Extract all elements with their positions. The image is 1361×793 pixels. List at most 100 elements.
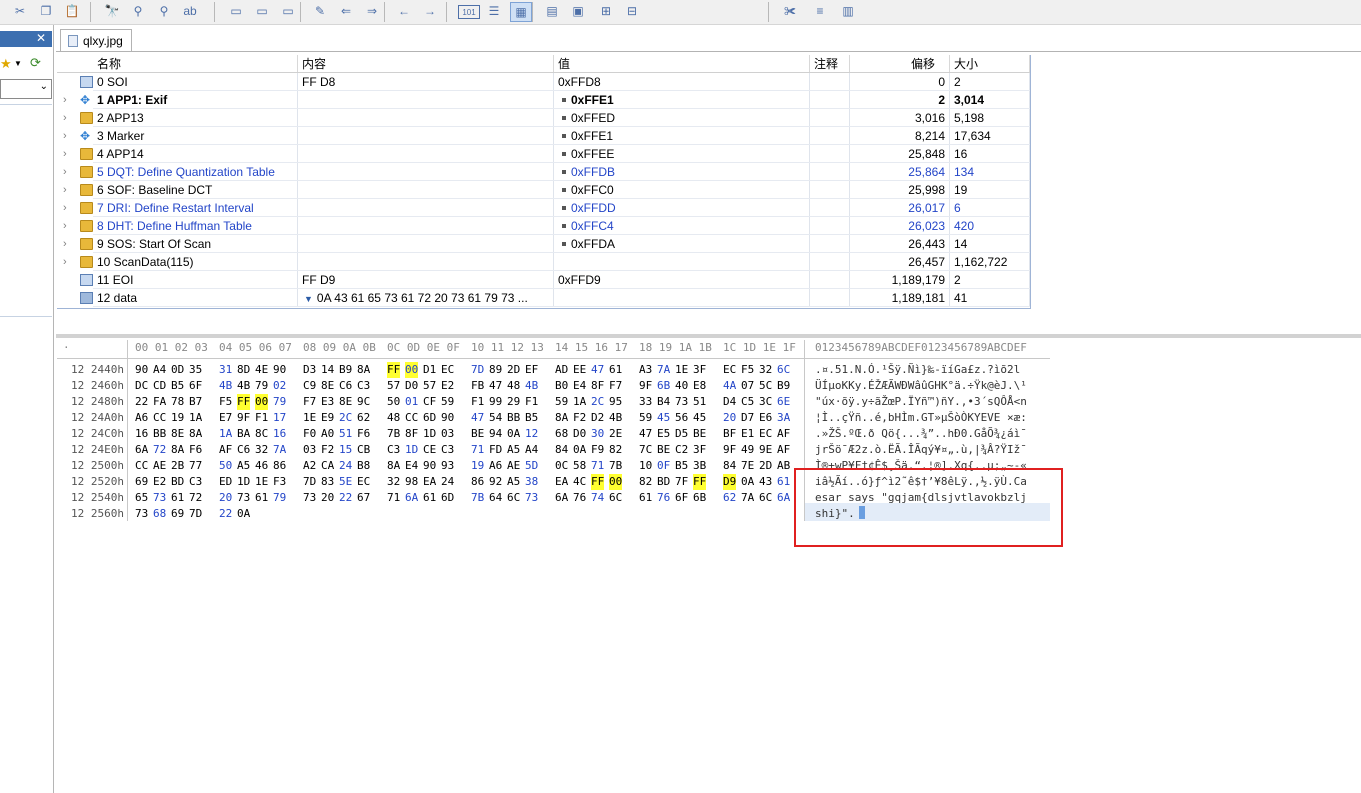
- binary-view-icon[interactable]: 101: [458, 5, 480, 19]
- hex-byte[interactable]: EC: [723, 362, 736, 378]
- hex-byte[interactable]: 67: [357, 490, 370, 506]
- hex-byte[interactable]: 6F: [189, 378, 202, 394]
- find-icon[interactable]: 🔭: [102, 2, 122, 20]
- hex-byte[interactable]: 29: [507, 394, 520, 410]
- hex-byte[interactable]: 8A: [171, 442, 184, 458]
- hex-byte[interactable]: 82: [609, 442, 622, 458]
- hex-byte[interactable]: 73: [135, 506, 148, 522]
- hex-byte[interactable]: D9: [723, 474, 737, 490]
- hex-byte[interactable]: A2: [303, 458, 316, 474]
- hex-byte[interactable]: 40: [675, 378, 688, 394]
- hex-byte[interactable]: 90: [135, 362, 148, 378]
- tools-icon[interactable]: ✀: [780, 2, 800, 20]
- hex-byte[interactable]: 7B: [471, 490, 484, 506]
- hex-byte[interactable]: C6: [339, 378, 352, 394]
- expand-arrow-icon[interactable]: ›: [63, 109, 67, 127]
- hex-byte[interactable]: F6: [189, 442, 202, 458]
- column-header-content[interactable]: 内容: [298, 55, 554, 73]
- hex-byte[interactable]: 6A: [135, 442, 148, 458]
- hex-byte[interactable]: 8A: [387, 458, 400, 474]
- hex-byte[interactable]: 4B: [609, 410, 622, 426]
- forward-icon[interactable]: ⇒: [362, 2, 382, 20]
- hex-byte[interactable]: C9: [303, 378, 316, 394]
- hex-byte[interactable]: 43: [759, 474, 772, 490]
- hex-byte[interactable]: 17: [273, 410, 286, 426]
- template-icon[interactable]: ▤: [542, 2, 562, 20]
- hex-byte[interactable]: AB: [777, 458, 790, 474]
- hex-byte[interactable]: 1D: [405, 442, 418, 458]
- hex-byte[interactable]: 4E: [255, 362, 268, 378]
- hex-byte[interactable]: A0: [321, 426, 334, 442]
- hex-byte[interactable]: D0: [405, 378, 418, 394]
- hex-byte[interactable]: 47: [639, 426, 652, 442]
- hex-byte[interactable]: 03: [303, 442, 316, 458]
- hex-byte[interactable]: 6B: [657, 378, 670, 394]
- hex-byte[interactable]: 79: [273, 394, 286, 410]
- hex-byte[interactable]: 32: [255, 442, 268, 458]
- hex-byte[interactable]: 7A: [657, 362, 670, 378]
- hex-byte[interactable]: E4: [405, 458, 418, 474]
- hex-byte[interactable]: 2D: [759, 458, 772, 474]
- hex-byte[interactable]: 68: [555, 426, 568, 442]
- hex-byte[interactable]: 2C: [591, 394, 604, 410]
- hex-byte[interactable]: 76: [573, 490, 586, 506]
- bookmark-prev-icon[interactable]: ▭: [252, 2, 272, 20]
- hex-byte[interactable]: E4: [573, 378, 586, 394]
- hex-byte[interactable]: 6C: [759, 490, 772, 506]
- hex-byte[interactable]: 16: [135, 426, 148, 442]
- hex-byte[interactable]: A5: [507, 474, 520, 490]
- hex-byte[interactable]: 73: [525, 490, 538, 506]
- hex-byte[interactable]: AF: [219, 442, 232, 458]
- hex-byte[interactable]: 1A: [219, 426, 232, 442]
- hex-byte[interactable]: 47: [471, 410, 484, 426]
- hex-byte[interactable]: 86: [471, 474, 484, 490]
- hex-byte[interactable]: 22: [135, 394, 148, 410]
- paste-icon[interactable]: 📋: [62, 2, 82, 20]
- hex-byte[interactable]: 68: [153, 506, 166, 522]
- hex-byte[interactable]: 73: [675, 394, 688, 410]
- hex-byte[interactable]: D7: [741, 410, 754, 426]
- hex-byte[interactable]: 89: [489, 362, 502, 378]
- hex-byte[interactable]: 93: [441, 458, 454, 474]
- hex-byte[interactable]: 22: [339, 490, 352, 506]
- hex-byte[interactable]: 46: [255, 458, 268, 474]
- hex-byte[interactable]: 72: [189, 490, 202, 506]
- star-icon[interactable]: ★: [0, 56, 12, 72]
- hex-byte[interactable]: 47: [489, 378, 502, 394]
- column-header-offset[interactable]: 偏移: [850, 55, 950, 73]
- hex-byte[interactable]: AE: [507, 458, 520, 474]
- hex-byte[interactable]: 19: [171, 410, 184, 426]
- hex-byte[interactable]: EA: [555, 474, 568, 490]
- hex-byte[interactable]: 69: [135, 474, 148, 490]
- hex-byte[interactable]: 20: [723, 410, 736, 426]
- hex-byte[interactable]: BB: [153, 426, 166, 442]
- hex-byte[interactable]: 35: [189, 362, 202, 378]
- hex-byte[interactable]: C6: [237, 442, 250, 458]
- pane-splitter[interactable]: [56, 334, 1361, 338]
- hex-byte[interactable]: FA: [153, 394, 166, 410]
- hex-byte[interactable]: 58: [573, 458, 586, 474]
- hex-byte[interactable]: 1E: [303, 410, 316, 426]
- hex-byte[interactable]: C3: [357, 378, 370, 394]
- hex-byte[interactable]: F7: [303, 394, 316, 410]
- replace-icon[interactable]: ab: [180, 2, 200, 20]
- hex-byte[interactable]: 8F: [405, 426, 418, 442]
- column-header-name[interactable]: 名称: [93, 55, 298, 73]
- hex-byte[interactable]: 0A: [741, 474, 754, 490]
- hex-byte[interactable]: 61: [609, 362, 622, 378]
- hex-byte[interactable]: 54: [489, 410, 502, 426]
- hex-byte[interactable]: 1D: [237, 474, 250, 490]
- hex-byte[interactable]: 50: [387, 394, 400, 410]
- hex-byte[interactable]: ED: [219, 474, 232, 490]
- hex-byte[interactable]: 77: [189, 458, 202, 474]
- hex-byte[interactable]: EC: [441, 362, 454, 378]
- hex-byte[interactable]: B9: [777, 378, 790, 394]
- hex-byte[interactable]: 7B: [609, 458, 622, 474]
- tree-row[interactable]: › 5 DQT: Define Quantization Table 0xFFDB 2…: [57, 163, 1030, 181]
- hex-byte[interactable]: EF: [525, 362, 538, 378]
- tree-row[interactable]: › 7 DRI: Define Restart Interval 0xFFDD 26,…: [57, 199, 1030, 217]
- hex-byte[interactable]: B5: [525, 410, 538, 426]
- table-view-icon[interactable]: ▦: [510, 2, 532, 22]
- tree-row[interactable]: › 10 ScanData(115) 26,457 1,162,722: [57, 253, 1030, 271]
- hex-byte[interactable]: 3B: [693, 458, 706, 474]
